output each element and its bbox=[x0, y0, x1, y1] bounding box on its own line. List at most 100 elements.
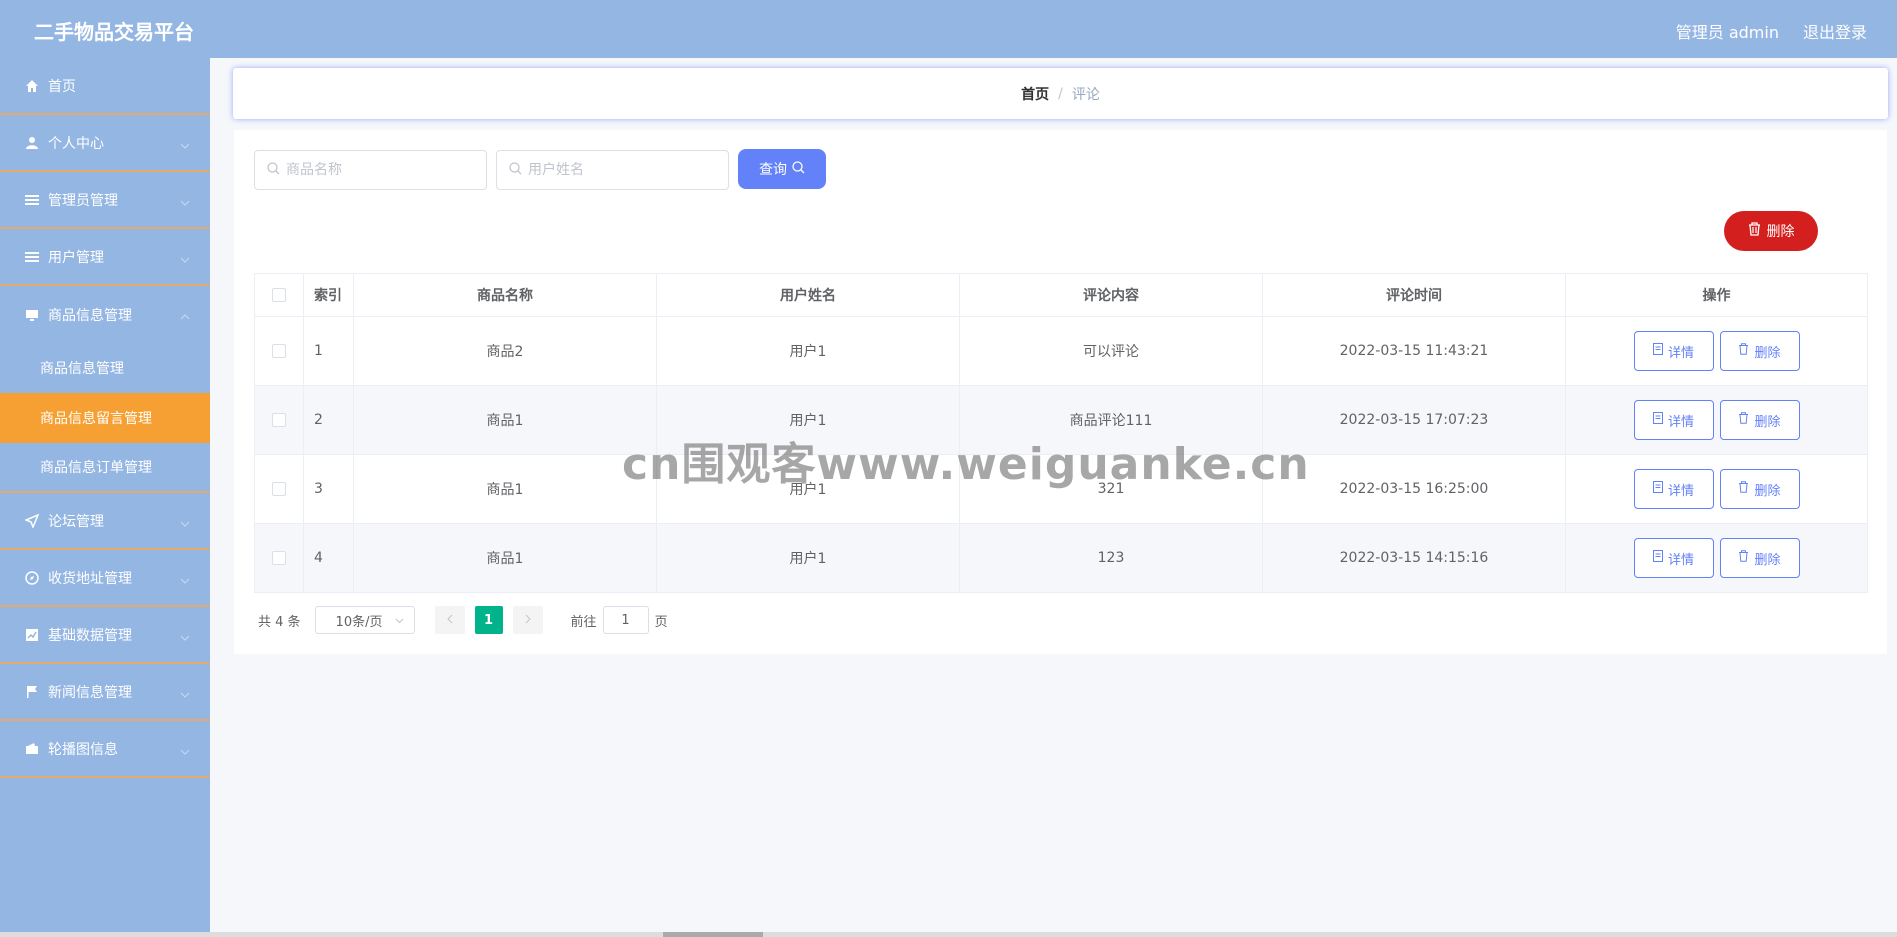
product-name-input[interactable] bbox=[286, 162, 476, 178]
logout-link[interactable]: 退出登录 bbox=[1803, 19, 1867, 43]
sidebar-item-admin-management[interactable]: 管理员管理 bbox=[0, 172, 210, 229]
row-select-cell bbox=[254, 523, 304, 593]
comments-table: 索引 商品名称 用户姓名 评论内容 评论时间 操作 1 商品2 用户1 可以评论… bbox=[254, 273, 1868, 593]
detail-button[interactable]: 详情 bbox=[1633, 331, 1714, 371]
user-name-input[interactable] bbox=[528, 162, 718, 178]
sidebar-item-label: 收货地址管理 bbox=[48, 570, 132, 587]
sidebar-item-basic-data-management[interactable]: 基础数据管理 bbox=[0, 607, 210, 664]
product-name-search[interactable] bbox=[254, 150, 487, 190]
chevron-left-icon bbox=[446, 613, 453, 628]
delete-button[interactable]: 删除 bbox=[1719, 469, 1800, 509]
sidebar-item-personal-center[interactable]: 个人中心 bbox=[0, 115, 210, 172]
sidebar-item-user-management[interactable]: 用户管理 bbox=[0, 229, 210, 286]
sidebar-item-product-info-management[interactable]: 商品信息管理 bbox=[0, 286, 210, 343]
cell-user: 用户1 bbox=[656, 385, 960, 455]
select-all-checkbox[interactable] bbox=[272, 288, 286, 302]
sidebar-item-carousel-info[interactable]: 轮播图信息 bbox=[0, 721, 210, 778]
scrollbar-thumb[interactable] bbox=[663, 932, 763, 937]
horizontal-scrollbar[interactable] bbox=[0, 932, 1897, 937]
breadcrumb-home[interactable]: 首页 bbox=[1021, 84, 1049, 104]
user-name-search[interactable] bbox=[496, 150, 729, 190]
column-header-time: 评论时间 bbox=[1262, 273, 1566, 317]
select-all-cell bbox=[254, 273, 304, 317]
query-button[interactable]: 查询 bbox=[738, 149, 826, 189]
cell-user: 用户1 bbox=[656, 523, 960, 593]
goto-suffix: 页 bbox=[654, 614, 668, 630]
chart-icon bbox=[24, 627, 40, 643]
detail-button[interactable]: 详情 bbox=[1633, 538, 1714, 578]
sidebar-item-label: 轮播图信息 bbox=[48, 741, 118, 758]
cell-actions: 详情 删除 bbox=[1565, 454, 1868, 524]
detail-button[interactable]: 详情 bbox=[1633, 469, 1714, 509]
trash-icon bbox=[1738, 412, 1749, 428]
chevron-down-icon bbox=[180, 194, 190, 210]
page-number-current[interactable]: 1 bbox=[474, 606, 503, 634]
app-title: 二手物品交易平台 bbox=[34, 20, 194, 44]
goto-page: 前往 页 bbox=[571, 606, 668, 634]
sidebar-item-label: 首页 bbox=[48, 78, 76, 95]
detail-button[interactable]: 详情 bbox=[1633, 400, 1714, 440]
row-checkbox[interactable] bbox=[272, 482, 286, 496]
breadcrumb: 首页 / 评论 bbox=[233, 68, 1888, 119]
cell-product: 商品1 bbox=[353, 454, 657, 524]
sidebar-subitem-product-comments[interactable]: 商品信息留言管理 bbox=[0, 393, 210, 443]
top-header: 二手物品交易平台 管理员 admin 退出登录 bbox=[0, 0, 1897, 58]
sidebar-subitem-product-info[interactable]: 商品信息管理 bbox=[0, 343, 210, 393]
flag-icon bbox=[24, 684, 40, 700]
cell-content: 可以评论 bbox=[959, 316, 1263, 386]
sidebar-subitem-product-orders[interactable]: 商品信息订单管理 bbox=[0, 443, 210, 493]
wallet-icon bbox=[24, 741, 40, 757]
admin-user-label[interactable]: 管理员 admin bbox=[1676, 19, 1779, 43]
main-panel: 查询 删除 索引 商品名称 用户姓名 评论内容 评论时间 操作 1 商品2 用户… bbox=[234, 130, 1887, 654]
prev-page-button[interactable] bbox=[434, 606, 465, 634]
cell-time: 2022-03-15 11:43:21 bbox=[1262, 316, 1566, 386]
search-icon bbox=[792, 160, 805, 178]
chevron-down-icon bbox=[180, 686, 190, 702]
goto-prefix: 前往 bbox=[570, 614, 597, 630]
total-count: 共 4 条 bbox=[258, 614, 301, 630]
table-row: 2 商品1 用户1 商品评论111 2022-03-15 17:07:23 详情… bbox=[254, 385, 1868, 455]
row-select-cell bbox=[254, 385, 304, 455]
monitor-icon bbox=[24, 307, 40, 323]
table-row: 4 商品1 用户1 123 2022-03-15 14:15:16 详情 删除 bbox=[254, 523, 1868, 593]
sidebar-item-news-management[interactable]: 新闻信息管理 bbox=[0, 664, 210, 721]
delete-button-label: 删除 bbox=[1754, 552, 1781, 568]
cell-actions: 详情 删除 bbox=[1565, 523, 1868, 593]
row-checkbox[interactable] bbox=[272, 551, 286, 565]
delete-button-label: 删除 bbox=[1754, 414, 1781, 430]
menu-icon bbox=[24, 192, 40, 208]
cell-actions: 详情 删除 bbox=[1565, 385, 1868, 455]
document-icon bbox=[1652, 412, 1663, 428]
cell-time: 2022-03-15 16:25:00 bbox=[1262, 454, 1566, 524]
delete-button[interactable]: 删除 bbox=[1719, 331, 1800, 371]
cell-user: 用户1 bbox=[656, 454, 960, 524]
sidebar-item-label: 用户管理 bbox=[48, 249, 104, 266]
page-size-select[interactable]: 10条/页 bbox=[314, 606, 415, 634]
detail-button-label: 详情 bbox=[1667, 552, 1694, 568]
sidebar-item-label: 个人中心 bbox=[48, 135, 104, 152]
chevron-down-icon bbox=[180, 743, 190, 759]
delete-button[interactable]: 删除 bbox=[1719, 538, 1800, 578]
detail-button-label: 详情 bbox=[1667, 345, 1694, 361]
row-checkbox[interactable] bbox=[272, 344, 286, 358]
sidebar-item-forum-management[interactable]: 论坛管理 bbox=[0, 493, 210, 550]
delete-button[interactable]: 删除 bbox=[1719, 400, 1800, 440]
breadcrumb-current: 评论 bbox=[1071, 86, 1100, 103]
cell-content: 商品评论111 bbox=[959, 385, 1263, 455]
row-checkbox[interactable] bbox=[272, 413, 286, 427]
detail-button-label: 详情 bbox=[1667, 483, 1694, 499]
document-icon bbox=[1652, 481, 1663, 497]
sidebar-item-label: 新闻信息管理 bbox=[48, 684, 132, 701]
menu-icon bbox=[24, 249, 40, 265]
batch-delete-button[interactable]: 删除 bbox=[1724, 211, 1818, 251]
chevron-down-icon bbox=[395, 613, 404, 628]
next-page-button[interactable] bbox=[512, 606, 543, 634]
chevron-down-icon bbox=[180, 572, 190, 588]
sidebar-item-address-management[interactable]: 收货地址管理 bbox=[0, 550, 210, 607]
cell-product: 商品1 bbox=[353, 385, 657, 455]
trash-icon bbox=[1738, 343, 1749, 359]
chevron-right-icon bbox=[525, 613, 531, 628]
cell-index: 4 bbox=[303, 523, 354, 593]
sidebar-item-home[interactable]: 首页 bbox=[0, 58, 210, 115]
goto-page-input[interactable] bbox=[602, 606, 649, 634]
